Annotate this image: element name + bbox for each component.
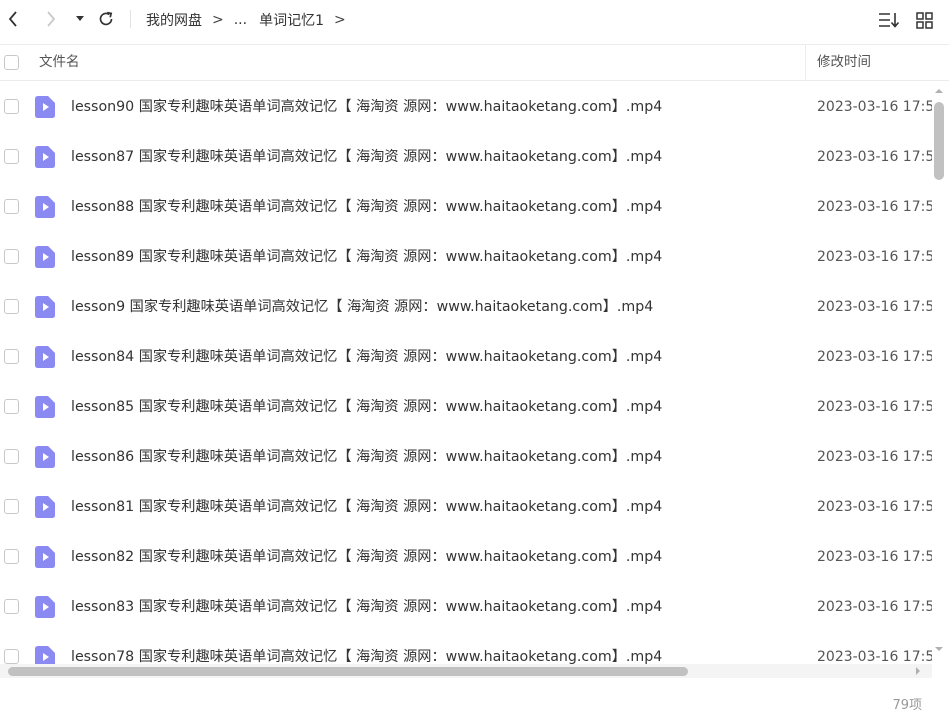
- horizontal-scrollbar[interactable]: [0, 664, 932, 678]
- video-file-icon: [35, 496, 55, 518]
- file-row[interactable]: lesson84 国家专利趣味英语单词高效记忆【 海淘资 源网：www.hait…: [0, 332, 932, 382]
- file-modified-time: 2023-03-16 17:5: [817, 249, 932, 265]
- video-file-icon: [35, 646, 55, 664]
- row-checkbox[interactable]: [4, 149, 19, 164]
- file-name[interactable]: lesson87 国家专利趣味英语单词高效记忆【 海淘资 源网：www.hait…: [71, 132, 662, 182]
- file-row[interactable]: lesson83 国家专利趣味英语单词高效记忆【 海淘资 源网：www.hait…: [0, 582, 932, 632]
- row-checkbox[interactable]: [4, 399, 19, 414]
- scroll-up-arrow-icon[interactable]: [934, 86, 944, 96]
- chevron-right-icon: [47, 11, 56, 27]
- video-file-icon: [35, 196, 55, 218]
- vertical-scrollbar-thumb[interactable]: [934, 102, 944, 180]
- file-row[interactable]: lesson9 国家专利趣味英语单词高效记忆【 海淘资 源网：www.haita…: [0, 282, 932, 332]
- breadcrumb-ellipsis[interactable]: ...: [234, 12, 247, 28]
- file-list: lesson90 国家专利趣味英语单词高效记忆【 海淘资 源网：www.hait…: [0, 82, 932, 664]
- breadcrumb-current[interactable]: 单词记忆1: [259, 10, 324, 30]
- row-checkbox[interactable]: [4, 449, 19, 464]
- file-name[interactable]: lesson9 国家专利趣味英语单词高效记忆【 海淘资 源网：www.haita…: [71, 282, 653, 332]
- file-modified-time: 2023-03-16 17:5: [817, 649, 932, 664]
- breadcrumb: 我的网盘 > ... 单词记忆1 >: [146, 0, 356, 40]
- video-file-icon: [35, 596, 55, 618]
- scroll-down-arrow-icon[interactable]: [934, 644, 944, 654]
- toolbar-divider: [130, 10, 131, 28]
- column-header-modified[interactable]: 修改时间: [817, 45, 871, 80]
- file-name[interactable]: lesson88 国家专利趣味英语单词高效记忆【 海淘资 源网：www.hait…: [71, 182, 662, 232]
- row-checkbox[interactable]: [4, 599, 19, 614]
- row-checkbox[interactable]: [4, 649, 19, 664]
- video-file-icon: [35, 346, 55, 368]
- file-row[interactable]: lesson85 国家专利趣味英语单词高效记忆【 海淘资 源网：www.hait…: [0, 382, 932, 432]
- sort-icon: [879, 13, 900, 28]
- file-name[interactable]: lesson78 国家专利趣味英语单词高效记忆【 海淘资 源网：www.hait…: [71, 632, 662, 664]
- file-modified-time: 2023-03-16 17:5: [817, 199, 932, 215]
- file-name[interactable]: lesson90 国家专利趣味英语单词高效记忆【 海淘资 源网：www.hait…: [71, 82, 662, 132]
- file-row[interactable]: lesson78 国家专利趣味英语单词高效记忆【 海淘资 源网：www.hait…: [0, 632, 932, 664]
- file-modified-time: 2023-03-16 17:5: [817, 549, 932, 565]
- history-dropdown-button[interactable]: [74, 12, 86, 26]
- video-file-icon: [35, 296, 55, 318]
- breadcrumb-separator: >: [334, 12, 346, 28]
- file-name[interactable]: lesson81 国家专利趣味英语单词高效记忆【 海淘资 源网：www.hait…: [71, 482, 662, 532]
- file-row[interactable]: lesson86 国家专利趣味英语单词高效记忆【 海淘资 源网：www.hait…: [0, 432, 932, 482]
- breadcrumb-separator: >: [212, 12, 224, 28]
- file-list-header: 文件名 修改时间: [0, 44, 949, 81]
- file-name[interactable]: lesson86 国家专利趣味英语单词高效记忆【 海淘资 源网：www.hait…: [71, 432, 662, 482]
- horizontal-scrollbar-thumb[interactable]: [8, 667, 688, 676]
- file-modified-time: 2023-03-16 17:5: [817, 99, 932, 115]
- scroll-right-arrow-icon[interactable]: [913, 666, 923, 676]
- video-file-icon: [35, 146, 55, 168]
- file-modified-time: 2023-03-16 17:5: [817, 599, 932, 615]
- file-name[interactable]: lesson82 国家专利趣味英语单词高效记忆【 海淘资 源网：www.hait…: [71, 532, 662, 582]
- file-modified-time: 2023-03-16 17:5: [817, 399, 932, 415]
- back-button[interactable]: [4, 10, 22, 28]
- file-row[interactable]: lesson90 国家专利趣味英语单词高效记忆【 海淘资 源网：www.hait…: [0, 82, 932, 132]
- grid-view-icon: [915, 11, 933, 29]
- row-checkbox[interactable]: [4, 549, 19, 564]
- toolbar: 我的网盘 > ... 单词记忆1 >: [0, 0, 949, 40]
- file-name[interactable]: lesson89 国家专利趣味英语单词高效记忆【 海淘资 源网：www.hait…: [71, 232, 662, 282]
- forward-button[interactable]: [42, 10, 60, 28]
- column-header-name[interactable]: 文件名: [39, 45, 80, 80]
- file-name[interactable]: lesson83 国家专利趣味英语单词高效记忆【 海淘资 源网：www.hait…: [71, 582, 662, 632]
- file-row[interactable]: lesson89 国家专利趣味英语单词高效记忆【 海淘资 源网：www.hait…: [0, 232, 932, 282]
- file-modified-time: 2023-03-16 17:5: [817, 299, 932, 315]
- file-row[interactable]: lesson81 国家专利趣味英语单词高效记忆【 海淘资 源网：www.hait…: [0, 482, 932, 532]
- row-checkbox[interactable]: [4, 499, 19, 514]
- chevron-left-icon: [8, 11, 17, 27]
- column-resize-handle[interactable]: [805, 45, 806, 80]
- video-file-icon: [35, 446, 55, 468]
- row-checkbox[interactable]: [4, 249, 19, 264]
- file-name[interactable]: lesson85 国家专利趣味英语单词高效记忆【 海淘资 源网：www.hait…: [71, 382, 662, 432]
- row-checkbox[interactable]: [4, 99, 19, 114]
- file-modified-time: 2023-03-16 17:5: [817, 349, 932, 365]
- video-file-icon: [35, 396, 55, 418]
- select-all-checkbox[interactable]: [4, 55, 19, 70]
- file-row[interactable]: lesson82 国家专利趣味英语单词高效记忆【 海淘资 源网：www.hait…: [0, 532, 932, 582]
- caret-down-icon: [76, 16, 84, 21]
- file-row[interactable]: lesson87 国家专利趣味英语单词高效记忆【 海淘资 源网：www.hait…: [0, 132, 932, 182]
- sort-button[interactable]: [877, 10, 901, 30]
- video-file-icon: [35, 546, 55, 568]
- file-name[interactable]: lesson84 国家专利趣味英语单词高效记忆【 海淘资 源网：www.hait…: [71, 332, 662, 382]
- refresh-button[interactable]: [96, 9, 116, 29]
- file-row[interactable]: lesson88 国家专利趣味英语单词高效记忆【 海淘资 源网：www.hait…: [0, 182, 932, 232]
- file-modified-time: 2023-03-16 17:5: [817, 499, 932, 515]
- view-mode-button[interactable]: [913, 10, 935, 30]
- row-checkbox[interactable]: [4, 349, 19, 364]
- file-modified-time: 2023-03-16 17:5: [817, 449, 932, 465]
- video-file-icon: [35, 96, 55, 118]
- refresh-icon: [99, 11, 113, 26]
- video-file-icon: [35, 246, 55, 268]
- breadcrumb-root[interactable]: 我的网盘: [146, 10, 202, 30]
- row-checkbox[interactable]: [4, 199, 19, 214]
- item-count: 79项: [892, 698, 922, 713]
- file-modified-time: 2023-03-16 17:5: [817, 149, 932, 165]
- row-checkbox[interactable]: [4, 299, 19, 314]
